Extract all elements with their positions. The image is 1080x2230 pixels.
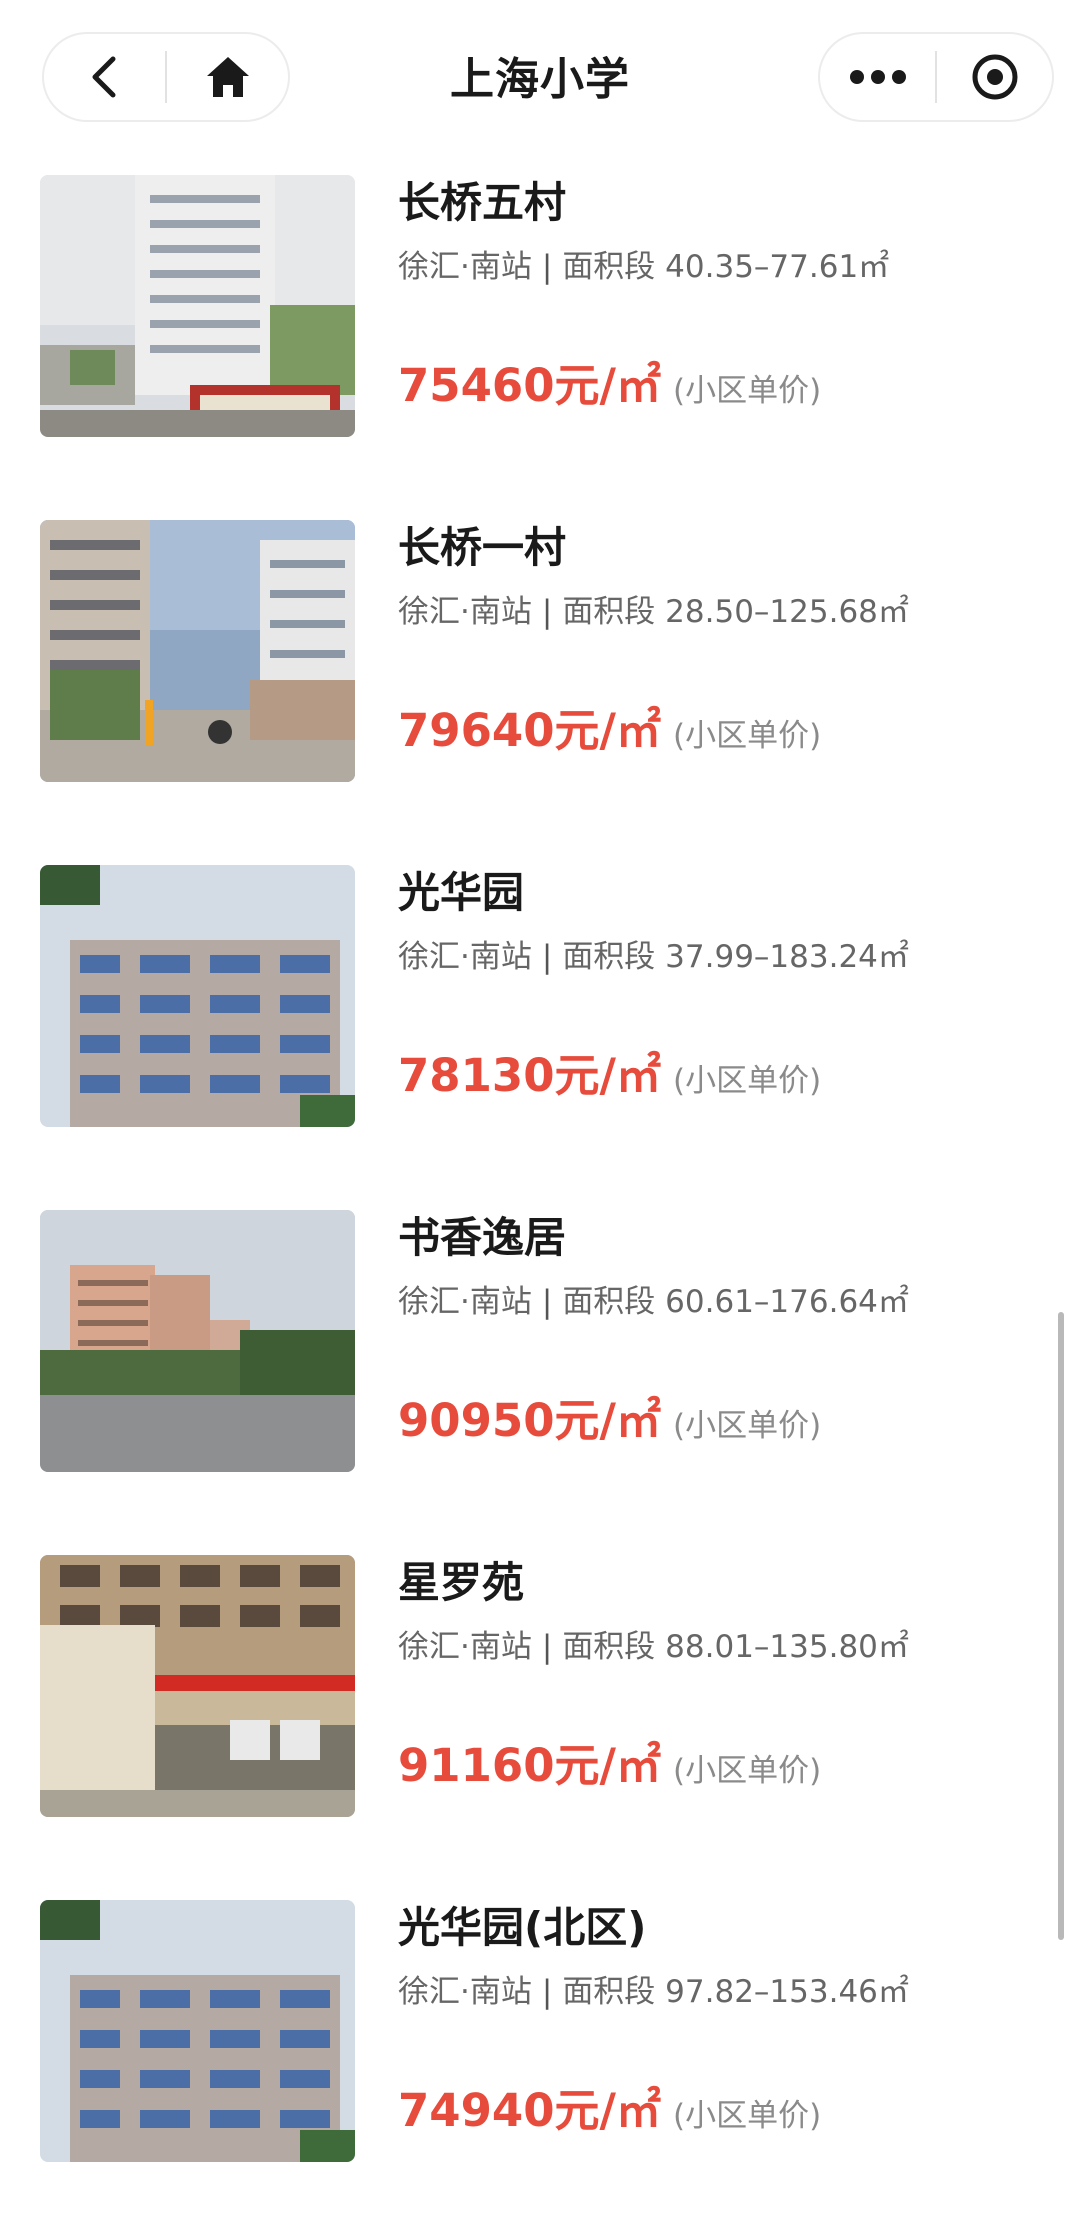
area-range: 60.61–176.64㎡ bbox=[665, 1284, 909, 1320]
community-name: 光华园(北区) bbox=[398, 1903, 647, 1952]
home-button[interactable] bbox=[167, 34, 288, 120]
page-title: 上海小学 bbox=[450, 54, 630, 105]
community-meta: 徐汇·南站 | 面积段 97.82–153.46㎡ bbox=[398, 1970, 1038, 2014]
price-row: 91160元/㎡ (小区单价) bbox=[398, 1735, 1038, 1797]
community-meta: 徐汇·南站 | 面积段 40.35–77.61㎡ bbox=[398, 245, 1038, 289]
community-name: 长桥五村 bbox=[398, 178, 567, 227]
more-dots-icon bbox=[849, 70, 906, 84]
unit-price: 78130元/㎡ bbox=[398, 1049, 661, 1102]
price-row: 79640元/㎡ (小区单价) bbox=[398, 700, 1038, 762]
community-photo bbox=[40, 1900, 355, 2162]
list-item[interactable]: 长桥一村 徐汇·南站 | 面积段 28.50–125.68㎡ 79640元/㎡ (小区… bbox=[0, 505, 1080, 850]
area-label: 面积段 bbox=[562, 1629, 656, 1665]
nav-capsule-left bbox=[42, 32, 290, 122]
district-label: 徐汇·南站 bbox=[398, 939, 532, 975]
community-photo bbox=[40, 175, 355, 437]
area-range: 37.99–183.24㎡ bbox=[665, 939, 909, 975]
district-label: 徐汇·南站 bbox=[398, 1284, 532, 1320]
area-label: 面积段 bbox=[562, 594, 656, 630]
community-photo bbox=[40, 1555, 355, 1817]
area-range: 28.50–125.68㎡ bbox=[665, 594, 909, 630]
list-item[interactable]: 书香逸居 徐汇·南站 | 面积段 60.61–176.64㎡ 90950元/㎡ (小区… bbox=[0, 1195, 1080, 1540]
price-row: 74940元/㎡ (小区单价) bbox=[398, 2080, 1038, 2142]
home-icon bbox=[206, 57, 249, 97]
unit-price: 79640元/㎡ bbox=[398, 704, 661, 757]
community-meta: 徐汇·南站 | 面积段 37.99–183.24㎡ bbox=[398, 935, 1038, 979]
back-button[interactable] bbox=[44, 34, 165, 120]
district-label: 徐汇·南站 bbox=[398, 249, 532, 285]
community-info: 光华园(北区) 徐汇·南站 | 面积段 97.82–153.46㎡ 74940元/㎡… bbox=[398, 1900, 1038, 2142]
meta-separator: | bbox=[541, 249, 553, 285]
top-nav-bar: 上海小学 bbox=[0, 0, 1080, 160]
community-list: 长桥五村 徐汇·南站 | 面积段 40.35–77.61㎡ 75460元/㎡ (小区单… bbox=[0, 160, 1080, 2230]
district-label: 徐汇·南站 bbox=[398, 594, 532, 630]
target-close-icon bbox=[972, 54, 1017, 100]
community-name: 长桥一村 bbox=[398, 523, 567, 572]
more-button[interactable] bbox=[820, 34, 935, 120]
list-item[interactable]: 光华园(北区) 徐汇·南站 | 面积段 97.82–153.46㎡ 74940元/㎡… bbox=[0, 1885, 1080, 2230]
list-item[interactable]: 长桥五村 徐汇·南站 | 面积段 40.35–77.61㎡ 75460元/㎡ (小区单… bbox=[0, 160, 1080, 505]
community-name: 光华园 bbox=[398, 868, 525, 917]
price-note: (小区单价) bbox=[673, 1408, 822, 1444]
area-label: 面积段 bbox=[562, 1284, 656, 1320]
area-range: 88.01–135.80㎡ bbox=[665, 1629, 909, 1665]
price-note: (小区单价) bbox=[673, 718, 822, 754]
community-photo bbox=[40, 1210, 355, 1472]
close-miniprogram-button[interactable] bbox=[937, 34, 1052, 120]
area-range: 40.35–77.61㎡ bbox=[665, 249, 890, 285]
community-meta: 徐汇·南站 | 面积段 88.01–135.80㎡ bbox=[398, 1625, 1038, 1669]
price-note: (小区单价) bbox=[673, 1753, 822, 1789]
nav-capsule-right bbox=[818, 32, 1054, 122]
meta-separator: | bbox=[541, 594, 553, 630]
community-name: 星罗苑 bbox=[398, 1558, 525, 1607]
vertical-scrollbar[interactable] bbox=[1058, 1312, 1064, 1940]
area-range: 97.82–153.46㎡ bbox=[665, 1974, 909, 2010]
unit-price: 90950元/㎡ bbox=[398, 1394, 661, 1447]
meta-separator: | bbox=[541, 939, 553, 975]
community-meta: 徐汇·南站 | 面积段 28.50–125.68㎡ bbox=[398, 590, 1038, 634]
chevron-left-icon bbox=[92, 56, 115, 98]
community-meta: 徐汇·南站 | 面积段 60.61–176.64㎡ bbox=[398, 1280, 1038, 1324]
unit-price: 91160元/㎡ bbox=[398, 1739, 661, 1792]
community-info: 星罗苑 徐汇·南站 | 面积段 88.01–135.80㎡ 91160元/㎡ (小区单… bbox=[398, 1555, 1038, 1797]
price-row: 78130元/㎡ (小区单价) bbox=[398, 1045, 1038, 1107]
area-label: 面积段 bbox=[562, 939, 656, 975]
unit-price: 74940元/㎡ bbox=[398, 2084, 661, 2137]
area-label: 面积段 bbox=[562, 249, 656, 285]
price-note: (小区单价) bbox=[673, 2098, 822, 2134]
community-name: 书香逸居 bbox=[398, 1213, 567, 1262]
unit-price: 75460元/㎡ bbox=[398, 359, 661, 412]
list-item[interactable]: 星罗苑 徐汇·南站 | 面积段 88.01–135.80㎡ 91160元/㎡ (小区单… bbox=[0, 1540, 1080, 1885]
price-row: 75460元/㎡ (小区单价) bbox=[398, 355, 1038, 417]
community-photo bbox=[40, 865, 355, 1127]
community-photo bbox=[40, 520, 355, 782]
community-info: 书香逸居 徐汇·南站 | 面积段 60.61–176.64㎡ 90950元/㎡ (小区… bbox=[398, 1210, 1038, 1452]
district-label: 徐汇·南站 bbox=[398, 1629, 532, 1665]
district-label: 徐汇·南站 bbox=[398, 1974, 532, 2010]
community-info: 长桥一村 徐汇·南站 | 面积段 28.50–125.68㎡ 79640元/㎡ (小区… bbox=[398, 520, 1038, 762]
price-note: (小区单价) bbox=[673, 373, 822, 409]
meta-separator: | bbox=[541, 1284, 553, 1320]
price-note: (小区单价) bbox=[673, 1063, 822, 1099]
community-info: 光华园 徐汇·南站 | 面积段 37.99–183.24㎡ 78130元/㎡ (小区单… bbox=[398, 865, 1038, 1107]
area-label: 面积段 bbox=[562, 1974, 656, 2010]
list-item[interactable]: 光华园 徐汇·南站 | 面积段 37.99–183.24㎡ 78130元/㎡ (小区单… bbox=[0, 850, 1080, 1195]
meta-separator: | bbox=[541, 1974, 553, 2010]
meta-separator: | bbox=[541, 1629, 553, 1665]
community-info: 长桥五村 徐汇·南站 | 面积段 40.35–77.61㎡ 75460元/㎡ (小区单… bbox=[398, 175, 1038, 417]
price-row: 90950元/㎡ (小区单价) bbox=[398, 1390, 1038, 1452]
